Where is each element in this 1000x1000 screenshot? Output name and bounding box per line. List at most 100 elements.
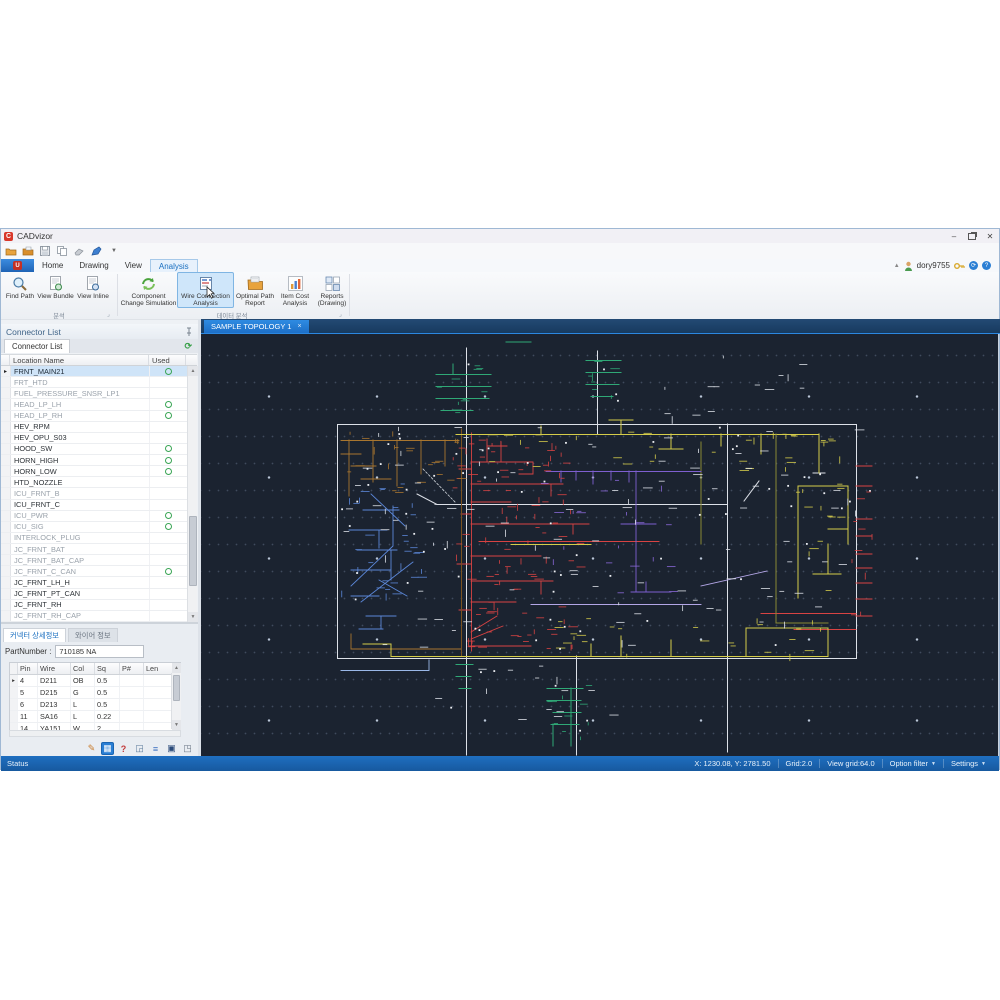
window-title: CADvizor: [17, 231, 53, 241]
key-icon[interactable]: [954, 262, 965, 270]
option-filter-dropdown[interactable]: Option filter ▼: [881, 759, 943, 768]
tab-connector-detail[interactable]: 커넥터 상세정보: [3, 628, 67, 642]
reports-drawing-button[interactable]: Reports (Drawing): [314, 272, 350, 311]
brush-tool-icon[interactable]: ✎: [85, 742, 98, 755]
connector-row[interactable]: ICU_FRNT_C: [1, 499, 187, 511]
connector-row[interactable]: HORN_HIGH: [1, 455, 187, 467]
connector-row[interactable]: HEAD_LP_LH: [1, 399, 187, 411]
connector-row[interactable]: ▸ FRNT_MAIN21: [1, 366, 187, 378]
optimal-path-report-button[interactable]: Optimal Path Report: [234, 272, 276, 311]
scroll-up-icon[interactable]: ▲: [172, 663, 181, 673]
eraser-icon[interactable]: [73, 246, 85, 257]
scroll-thumb[interactable]: [173, 675, 180, 701]
zoom-doc-icon[interactable]: ◲: [133, 742, 146, 755]
save-icon[interactable]: [39, 246, 51, 257]
connector-list-tab[interactable]: Connector List: [4, 339, 71, 353]
user-name[interactable]: dory9755: [917, 261, 950, 270]
connector-row[interactable]: HEAD_LP_RH: [1, 410, 187, 422]
connector-row[interactable]: ICU_SIG: [1, 521, 187, 533]
sync-icon[interactable]: ⟳: [969, 261, 978, 270]
dialog-launcher-icon[interactable]: ⌟: [339, 311, 342, 318]
copy-icon[interactable]: [56, 246, 68, 257]
view-bundle-button[interactable]: View Bundle: [37, 272, 74, 311]
scroll-up-icon[interactable]: ▲: [188, 366, 198, 376]
connector-row[interactable]: HEV_RPM: [1, 421, 187, 433]
connector-row[interactable]: ICU_PWR: [1, 510, 187, 522]
connector-row[interactable]: FRT_HTD: [1, 377, 187, 389]
close-tab-icon[interactable]: ×: [297, 323, 301, 330]
scroll-down-icon[interactable]: ▼: [188, 612, 198, 622]
export-chart-icon[interactable]: ◳: [181, 742, 194, 755]
minimize-icon[interactable]: –: [945, 229, 963, 243]
edit-pen-icon[interactable]: [90, 246, 102, 257]
scroll-thumb[interactable]: [189, 516, 197, 586]
help-icon[interactable]: ?: [982, 261, 991, 270]
column-sq[interactable]: Sq: [95, 663, 120, 674]
row-marker: [1, 399, 11, 410]
connector-row[interactable]: HEV_OPU_S03: [1, 432, 187, 444]
dialog-launcher-icon[interactable]: ⌟: [107, 311, 110, 318]
column-pn[interactable]: P#: [120, 663, 144, 674]
document-tab[interactable]: SAMPLE TOPOLOGY 1 ×: [204, 320, 309, 333]
topology-canvas[interactable]: [201, 334, 999, 756]
dropdown-caret-icon[interactable]: ▼: [111, 248, 117, 254]
pin-wire-row[interactable]: 6 D213 L 0.5: [10, 699, 180, 711]
tab-drawing[interactable]: Drawing: [71, 259, 116, 272]
connector-row[interactable]: HTD_NOZZLE: [1, 477, 187, 489]
collapse-caret-icon[interactable]: ▲: [894, 263, 900, 269]
connector-row[interactable]: JC_FRNT_RH_CAP: [1, 610, 187, 622]
connector-row[interactable]: JC_FRNT_BAT: [1, 544, 187, 556]
optimal-path-report-label: Optimal Path Report: [235, 293, 275, 308]
refresh-icon[interactable]: ⟳: [184, 341, 192, 351]
connector-row[interactable]: JC_FRNT_C_CAN: [1, 566, 187, 578]
document-tab-label: SAMPLE TOPOLOGY 1: [211, 322, 292, 331]
table-scrollbar[interactable]: ▲ ▼: [171, 663, 181, 730]
connector-row[interactable]: JC_FRNT_RH: [1, 599, 187, 611]
connector-row[interactable]: HOOD_SW: [1, 443, 187, 455]
connector-row[interactable]: JC_FRNT_LH_H: [1, 577, 187, 589]
component-change-simulation-button[interactable]: Component Change Simulation: [120, 272, 177, 311]
tab-analysis[interactable]: Analysis: [149, 259, 198, 272]
column-len[interactable]: Len: [144, 663, 172, 674]
settings-dropdown[interactable]: Settings ▼: [942, 759, 993, 768]
tab-home[interactable]: Home: [34, 259, 71, 272]
item-cost-analysis-button[interactable]: Item Cost Analysis: [276, 272, 314, 311]
table-tool-icon[interactable]: ▦: [101, 742, 114, 755]
column-wire[interactable]: Wire: [38, 663, 71, 674]
file-button[interactable]: U: [1, 259, 34, 272]
pin-wire-row[interactable]: 5 D215 G 0.5: [10, 687, 180, 699]
monitor-icon[interactable]: ▣: [165, 742, 178, 755]
connector-row[interactable]: HORN_LOW: [1, 466, 187, 478]
pin-icon[interactable]: [185, 327, 193, 337]
connector-row[interactable]: FUEL_PRESSURE_SNSR_LP1: [1, 388, 187, 400]
panel-splitter[interactable]: [198, 319, 201, 756]
column-pin[interactable]: Pin: [18, 663, 38, 674]
column-used[interactable]: Used: [149, 355, 186, 365]
cell: 11: [18, 711, 38, 722]
tab-wire-info[interactable]: 와이어 정보: [68, 628, 118, 642]
connector-row[interactable]: ICU_FRNT_B: [1, 488, 187, 500]
view-grid-setting[interactable]: View grid:64.0: [819, 759, 881, 768]
table-hscrollbar[interactable]: [9, 730, 181, 737]
find-path-button[interactable]: Find Path: [3, 272, 37, 311]
tab-view[interactable]: View: [117, 259, 150, 272]
grid-setting[interactable]: Grid:2.0: [777, 759, 820, 768]
column-col[interactable]: Col: [71, 663, 95, 674]
connector-row[interactable]: INTERLOCK_PLUG: [1, 532, 187, 544]
restore-icon[interactable]: [963, 229, 981, 243]
pin-wire-row[interactable]: 11 SA16 L 0.22: [10, 711, 180, 723]
scroll-down-icon[interactable]: ▼: [172, 720, 181, 730]
list-scrollbar[interactable]: ▲ ▼: [187, 366, 198, 622]
pin-wire-row[interactable]: ▸ 4 D211 OB 0.5: [10, 675, 180, 687]
part-number-field[interactable]: 710185 NA: [55, 644, 145, 658]
row-marker: [1, 499, 11, 510]
layers-icon[interactable]: ≡: [149, 742, 162, 755]
open-folder-icon[interactable]: [5, 246, 17, 257]
close-icon[interactable]: ✕: [981, 229, 999, 243]
connector-row[interactable]: JC_FRNT_BAT_CAP: [1, 555, 187, 567]
view-inline-button[interactable]: View Inline: [74, 272, 112, 311]
connector-row[interactable]: JC_FRNT_PT_CAN: [1, 588, 187, 600]
wire-query-icon[interactable]: ?: [117, 742, 130, 755]
import-folder-icon[interactable]: [22, 246, 34, 257]
column-location-name[interactable]: Location Name: [10, 355, 149, 365]
